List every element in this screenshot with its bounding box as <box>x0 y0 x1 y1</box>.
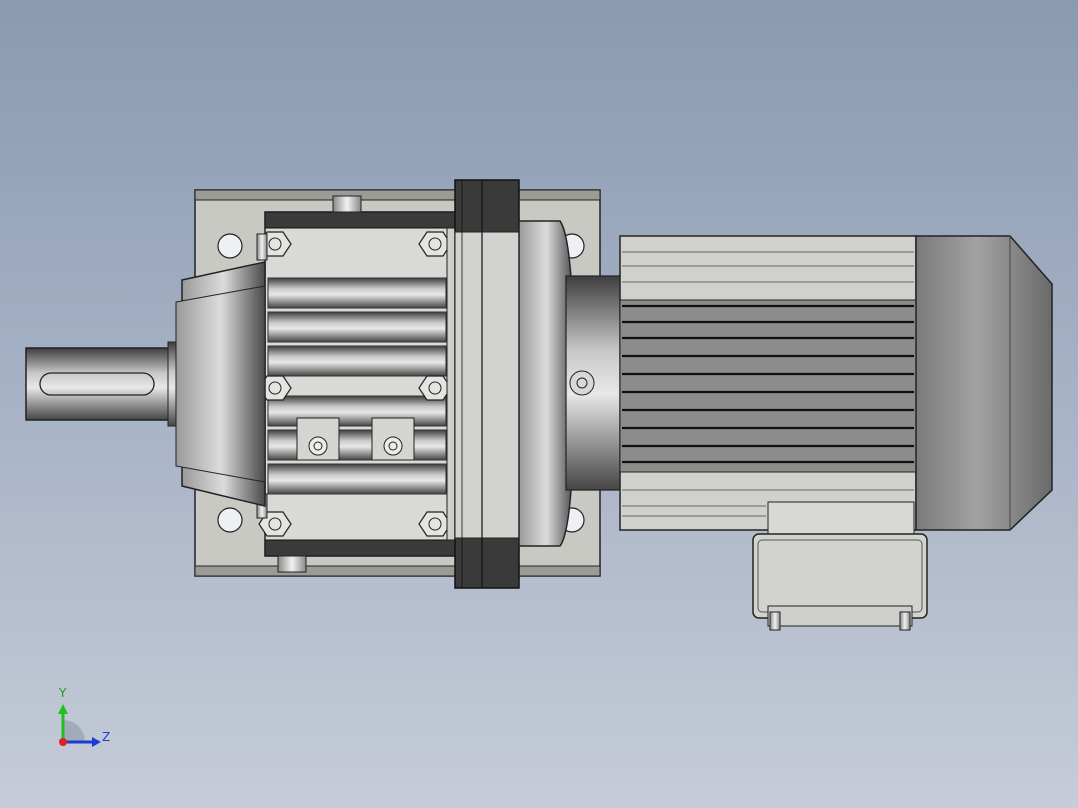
intermediate-flange <box>446 179 520 589</box>
cad-viewport[interactable]: Y Z <box>0 0 1078 808</box>
terminal-box <box>752 501 928 631</box>
gearbox-housing <box>256 195 456 573</box>
axis-triad-icon <box>58 704 101 747</box>
output-shaft <box>25 341 181 427</box>
x-axis-dot <box>59 738 67 746</box>
fan-cover <box>915 235 1053 531</box>
y-axis-label: Y <box>59 686 67 700</box>
axis-triad: Y Z <box>44 680 134 760</box>
z-axis-label: Z <box>102 730 111 744</box>
gear-motor-model[interactable] <box>0 0 1078 808</box>
motor-body <box>619 235 917 531</box>
bearing-cap <box>175 261 266 507</box>
